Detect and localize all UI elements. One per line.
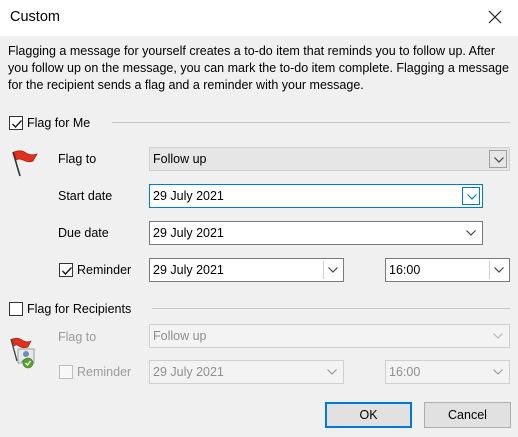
recipient-reminder-time-dropdown[interactable]: 16:00 [385,360,510,384]
cancel-button[interactable]: Cancel [424,402,511,428]
reminder-label: Reminder [77,263,132,277]
reminder-time-value: 16:00 [389,263,421,277]
flag-for-recipients-checkbox[interactable] [9,302,23,316]
chevron-down-icon[interactable] [489,363,507,381]
chevron-down-icon[interactable] [323,261,341,279]
section-divider [112,122,510,123]
start-date-value: 29 July 2021 [153,189,224,203]
checkmark-icon [11,119,23,129]
red-flag-icon [9,147,39,177]
reminder-checkbox[interactable] [59,263,73,277]
recipient-reminder-date-picker[interactable]: 29 July 2021 [149,360,344,384]
chevron-down-icon[interactable] [489,327,507,345]
flag-for-me-checkbox[interactable] [9,116,23,130]
chevron-down-icon[interactable] [489,150,507,168]
flag-to-dropdown[interactable]: Follow up [149,147,510,171]
window-title: Custom [10,9,60,25]
due-date-value: 29 July 2021 [153,226,224,240]
flag-for-me-label: Flag for Me [27,116,91,130]
recipient-reminder-time-value: 16:00 [389,365,421,379]
recipient-flag-to-label: Flag to [58,330,97,344]
recipient-flag-to-value: Follow up [153,329,207,343]
start-date-picker[interactable]: 29 July 2021 [149,184,483,208]
chevron-down-icon[interactable] [323,363,341,381]
recipient-reminder-label: Reminder [77,365,132,379]
title-bar: Custom [0,0,518,36]
flag-to-value: Follow up [153,152,207,166]
reminder-date-picker[interactable]: 29 July 2021 [149,258,344,282]
chevron-down-icon[interactable] [489,261,507,279]
recipient-reminder-date-value: 29 July 2021 [153,365,224,379]
reminder-time-dropdown[interactable]: 16:00 [385,258,510,282]
chevron-down-icon[interactable] [462,224,480,242]
due-date-picker[interactable]: 29 July 2021 [149,221,483,245]
ok-button[interactable]: OK [325,402,412,428]
intro-text: Flagging a message for yourself creates … [8,44,509,92]
start-date-label: Start date [58,189,113,203]
due-date-label: Due date [58,226,109,240]
recipient-reminder-checkbox[interactable] [59,365,73,379]
recipient-flag-to-dropdown[interactable]: Follow up [149,324,510,348]
section-divider [152,308,510,309]
flag-to-label: Flag to [58,152,97,166]
flag-for-recipients-label: Flag for Recipients [27,302,132,316]
recipient-flag-icon [8,337,40,369]
checkmark-icon [61,266,73,276]
chevron-down-icon[interactable] [462,187,480,205]
reminder-date-value: 29 July 2021 [153,263,224,277]
close-icon[interactable] [486,8,504,26]
